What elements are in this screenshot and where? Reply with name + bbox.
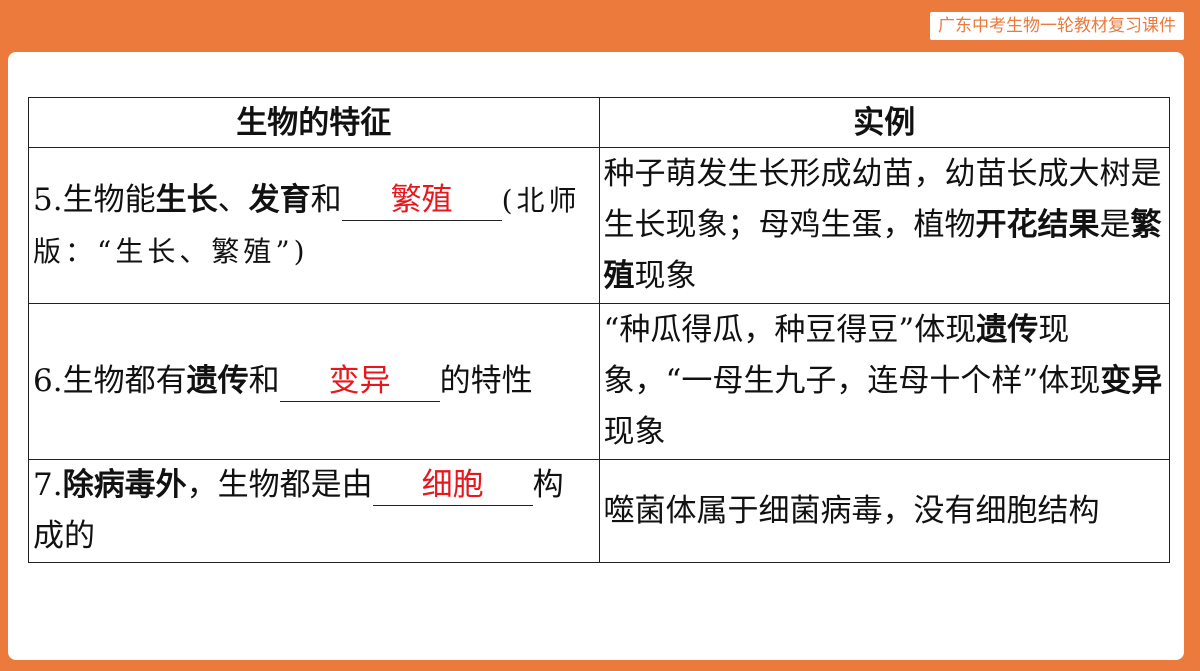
- example-text: 现象: [603, 414, 666, 450]
- feature-text: 和: [248, 363, 280, 399]
- table-row: 7.除病毒外，生物都是由 细胞 构成的 噬菌体属于细菌病毒，没有细胞结构: [28, 459, 1170, 563]
- example-bold: 变异: [1100, 363, 1163, 399]
- example-text: 是: [1099, 207, 1131, 243]
- example-text: 现象: [634, 258, 697, 294]
- example-bold: 开花结果: [975, 207, 1100, 243]
- table-row: 6.生物都有遗传和 变异 的特性 “种瓜得瓜，种豆得豆”体现遗传现象，“一母生九子，…: [28, 303, 1170, 460]
- example-cell: 种子萌发生长形成幼苗，幼苗长成大树是生长现象；母鸡生蛋，植物开花结果是繁殖现象: [598, 147, 1170, 304]
- feature-bold: 遗传: [186, 363, 249, 399]
- feature-text: ，生物都是由: [186, 467, 373, 503]
- answer-blank: 变异: [279, 361, 440, 402]
- feature-text: 的特性: [439, 363, 533, 399]
- example-bold: 遗传: [976, 312, 1039, 348]
- feature-text: 和: [310, 181, 342, 218]
- example-cell: “种瓜得瓜，种豆得豆”体现遗传现象，“一母生九子，连母十个样”体现变异现象: [598, 303, 1170, 460]
- feature-cell: 5.生物能生长、发育和 繁殖 (北师版：“生长、繁殖”): [28, 147, 600, 304]
- feature-bold: 发育: [248, 181, 311, 218]
- answer-blank: 繁殖: [341, 180, 502, 221]
- feature-bold: 除病毒外: [62, 467, 187, 503]
- header-example: 实例: [598, 97, 1170, 148]
- example-text: “种瓜得瓜，种豆得豆”体现: [603, 312, 977, 348]
- table-header-row: 生物的特征 实例: [28, 97, 1170, 148]
- content-panel: 生物的特征 实例 5.生物能生长、发育和 繁殖 (北师版：“生长、繁殖”) 种子萌发…: [8, 52, 1184, 660]
- feature-text: 6.生物都有: [33, 363, 187, 399]
- answer-blank: 细胞: [372, 465, 533, 506]
- feature-text: 7.: [33, 467, 63, 503]
- feature-cell: 6.生物都有遗传和 变异 的特性: [28, 303, 600, 460]
- feature-text: 5.生物能: [33, 181, 156, 218]
- example-cell: 噬菌体属于细菌病毒，没有细胞结构: [598, 459, 1170, 563]
- feature-text: 、: [217, 181, 249, 218]
- feature-bold: 生长: [155, 181, 218, 218]
- feature-cell: 7.除病毒外，生物都是由 细胞 构成的: [28, 459, 600, 563]
- table-row: 5.生物能生长、发育和 繁殖 (北师版：“生长、繁殖”) 种子萌发生长形成幼苗，幼苗…: [28, 147, 1170, 304]
- biology-features-table: 生物的特征 实例 5.生物能生长、发育和 繁殖 (北师版：“生长、繁殖”) 种子萌发…: [28, 97, 1170, 563]
- example-text: 噬菌体属于细菌病毒，没有细胞结构: [603, 492, 1100, 529]
- header-feature: 生物的特征: [28, 97, 600, 148]
- course-title-badge: 广东中考生物一轮教材复习课件: [930, 12, 1184, 40]
